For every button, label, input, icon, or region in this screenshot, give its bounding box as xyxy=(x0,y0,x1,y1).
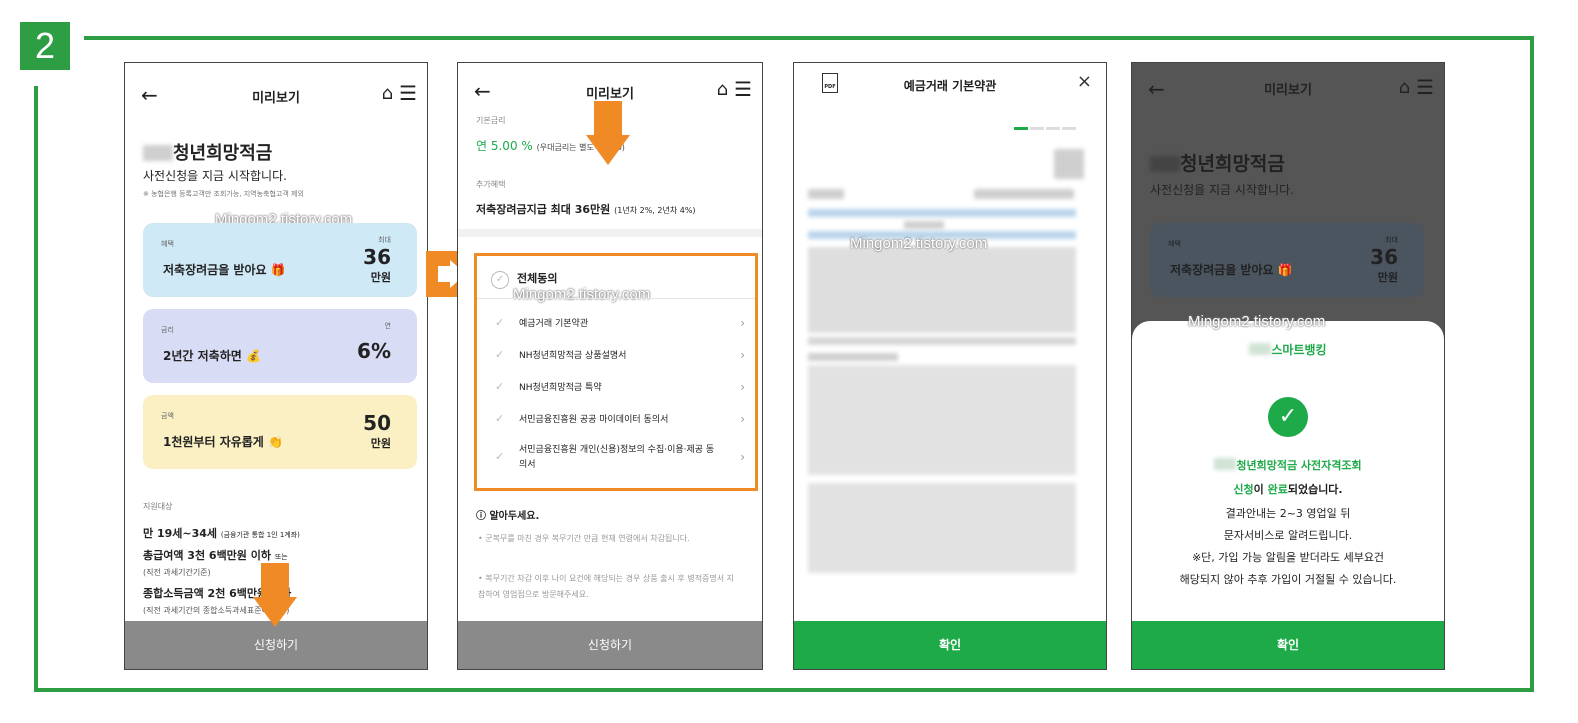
check-circle-icon: ✓ xyxy=(491,271,509,289)
menu-icon[interactable]: ☰ xyxy=(1416,75,1434,99)
frame-bottom xyxy=(34,688,1534,692)
chevron-right-icon: › xyxy=(740,348,745,362)
result-status: 신청이 완료되었습니다. xyxy=(1233,483,1343,496)
card-value: 36 xyxy=(363,245,391,269)
card-text: 1천원부터 자유롭게 👏 xyxy=(163,435,283,449)
base-rate-label: 기본금리 xyxy=(476,116,506,125)
amount-card: 금액 1천원부터 자유롭게 👏 50 만원 xyxy=(143,395,417,469)
card-value: 36 xyxy=(1370,245,1398,269)
card-unit: 만원 xyxy=(370,271,391,284)
chevron-right-icon: › xyxy=(740,380,745,394)
card-tag: 혜택 xyxy=(1168,240,1181,248)
card-unit-top: 최대 xyxy=(1385,236,1398,244)
top-bar: ← 미리보기 ⌂ ☰ xyxy=(1132,63,1444,125)
card-unit: 만원 xyxy=(1377,271,1398,284)
income-gross-requirement: 총급여액 3천 6백만원 이하 또는 xyxy=(143,549,288,562)
result-message: 결과안내는 2~3 영업일 뒤 xyxy=(1225,507,1351,520)
home-icon[interactable]: ⌂ xyxy=(717,79,728,100)
apply-button[interactable]: 신청하기 xyxy=(458,621,762,669)
frame-right xyxy=(1530,36,1534,692)
menu-icon[interactable]: ☰ xyxy=(734,77,752,101)
chevron-right-icon: › xyxy=(740,316,745,330)
divider xyxy=(477,298,755,299)
page-indicator xyxy=(1014,115,1092,130)
notice-title: ⓘ 알아두세요. xyxy=(476,511,540,522)
check-circle-icon: ✓ xyxy=(1268,397,1308,437)
product-subtitle: 사전신청을 지금 시작합니다. xyxy=(1150,183,1294,197)
watermark: Mingom2.tistory.com xyxy=(513,286,651,303)
page-title: 미리보기 xyxy=(1264,83,1312,98)
product-title: 청년희망적금 xyxy=(1150,149,1285,176)
home-icon[interactable]: ⌂ xyxy=(382,83,393,104)
check-icon: ✓ xyxy=(495,348,505,361)
chevron-right-icon: › xyxy=(740,450,745,464)
masked-bank-name xyxy=(1249,343,1272,355)
document-title: 예금거래 기본약관 xyxy=(903,79,997,93)
phone-screen-4: ← 미리보기 ⌂ ☰ 청년희망적금 사전신청을 지금 시작합니다. 혜택 저축장… xyxy=(1131,62,1445,670)
frame-left xyxy=(34,86,38,692)
result-title: 청년희망적금 사전자격조회 xyxy=(1132,457,1444,473)
check-icon: ✓ xyxy=(495,412,505,425)
result-caution: ※단, 가입 가능 알림을 받더라도 세부요건 xyxy=(1191,551,1385,564)
home-icon[interactable]: ⌂ xyxy=(1399,77,1410,98)
bonus-amount: 저축장려금지급 최대 36만원 (1년차 2%, 2년차 4%) xyxy=(476,203,696,216)
section-divider xyxy=(458,229,762,237)
check-icon: ✓ xyxy=(495,380,505,393)
phone-screen-1: ← 미리보기 ⌂ ☰ 청년희망적금 사전신청을 지금 시작합니다. ※ 농협은행… xyxy=(124,62,428,670)
masked-bank-name xyxy=(1214,458,1237,470)
info-icon: ⓘ xyxy=(476,511,486,522)
rate-card: 금리 2년간 저축하면 💰 연 6% xyxy=(143,309,417,383)
card-unit-top: 최대 xyxy=(378,236,391,244)
down-arrow-icon xyxy=(253,563,297,633)
age-requirement: 만 19세~34세 (금융기관 통합 1인 1계좌) xyxy=(143,527,300,540)
watermark: Mingom2.tistory.com xyxy=(1188,313,1326,330)
phone-screen-3: PDF 예금거래 기본약관 × Mingom2.tistory.com 확인 xyxy=(793,62,1107,670)
card-unit: 만원 xyxy=(370,437,391,450)
notice-item: • 복무기간 차감 이후 나이 요건에 해당되는 경우 상품 출시 후 병적증명… xyxy=(478,574,735,599)
check-icon: ✓ xyxy=(495,316,505,329)
top-bar: ← 미리보기 ⌂ ☰ xyxy=(125,63,427,125)
benefit-card: 혜택 저축장려금을 받아요 🎁 최대 36 만원 xyxy=(1150,223,1424,297)
result-message: 문자서비스로 알려드립니다. xyxy=(1223,529,1353,542)
check-icon: ✓ xyxy=(495,450,505,463)
target-label: 지원대상 xyxy=(143,502,173,511)
frame-top xyxy=(84,36,1534,40)
card-text: 저축장려금을 받아요 🎁 xyxy=(163,263,286,277)
product-title: 청년희망적금 xyxy=(143,139,272,165)
masked-bank-name xyxy=(1150,156,1180,172)
close-icon[interactable]: × xyxy=(1077,71,1092,92)
confirm-button[interactable]: 확인 xyxy=(794,621,1106,669)
product-subtitle: 사전신청을 지금 시작합니다. xyxy=(143,169,287,183)
chevron-right-icon: › xyxy=(740,412,745,426)
benefit-card: 혜택 저축장려금을 받아요 🎁 최대 36 만원 xyxy=(143,223,417,297)
card-unit-top: 연 xyxy=(384,322,391,330)
card-text: 저축장려금을 받아요 🎁 xyxy=(1170,263,1293,277)
card-text: 2년간 저축하면 💰 xyxy=(163,349,261,363)
brand-name: 스마트뱅킹 xyxy=(1132,341,1444,358)
card-tag: 금리 xyxy=(161,326,174,334)
agreement-box: ✓ 전체동의 Mingom2.tistory.com ✓ 예금거래 기본약관 › ✓ N… xyxy=(474,253,758,491)
card-value: 50 xyxy=(363,411,391,435)
card-tag: 금액 xyxy=(161,412,174,420)
down-arrow-icon xyxy=(586,101,630,171)
extra-benefit-label: 추가혜택 xyxy=(476,180,506,189)
watermark: Mingom2.tistory.com xyxy=(850,235,988,252)
menu-icon[interactable]: ☰ xyxy=(399,81,417,105)
income-gross-note: (직전 과세기간기준) xyxy=(143,568,211,577)
card-value: 6% xyxy=(357,339,391,363)
confirm-button[interactable]: 확인 xyxy=(1132,621,1444,669)
notice-item: • 군복무를 마친 경우 복무기간 만큼 현재 연령에서 차감됩니다. xyxy=(478,534,690,543)
step-badge: 2 xyxy=(20,22,70,70)
phone-screen-2: ← 미리보기 ⌂ ☰ 기본금리 연 5.00 % (우대금리는 별도 1.0%p… xyxy=(457,62,763,670)
eligibility-note: ※ 농협은행 등록고객만 조회가능, 지역농축협고객 제외 xyxy=(143,190,304,198)
result-caution: 해당되지 않아 추후 가입이 거절될 수 있습니다. xyxy=(1179,573,1397,586)
card-tag: 혜택 xyxy=(161,240,174,248)
masked-bank-name xyxy=(143,145,173,161)
completion-sheet: Mingom2.tistory.com 스마트뱅킹 ✓ 청년희망적금 사전자격조… xyxy=(1132,313,1444,669)
